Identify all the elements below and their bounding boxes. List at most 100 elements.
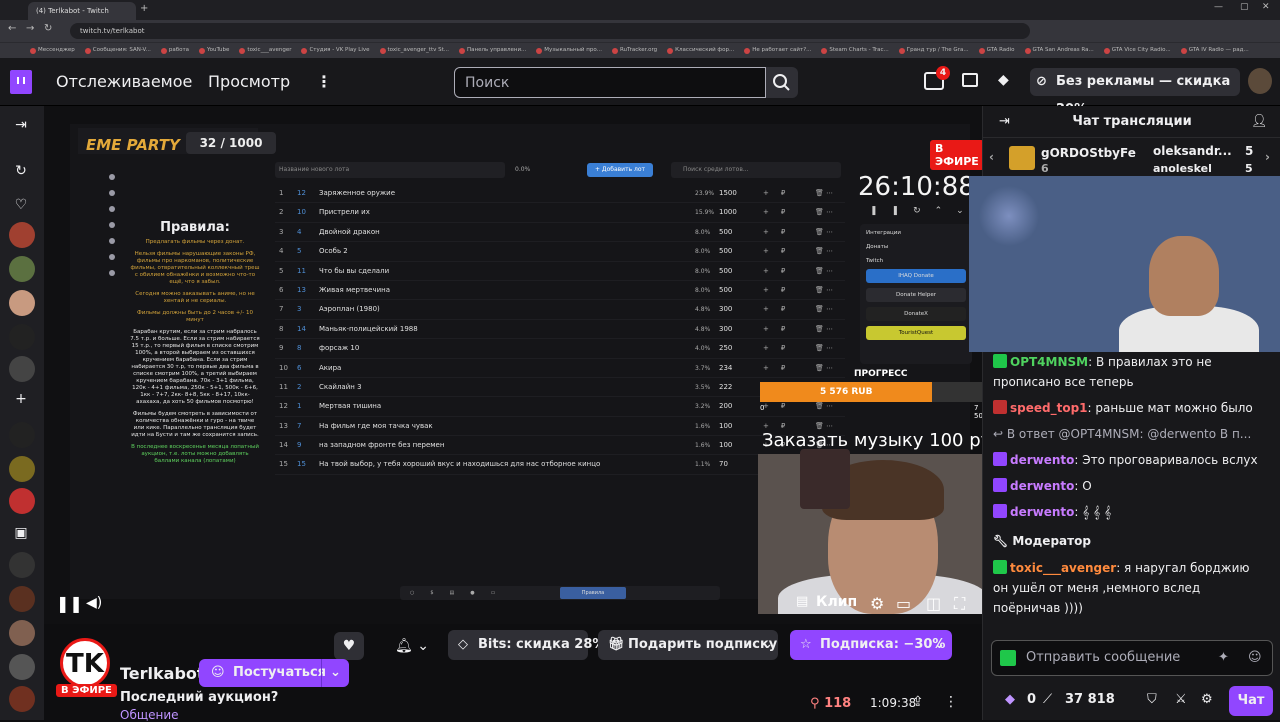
badge-picker-icon[interactable] bbox=[1000, 650, 1016, 666]
lot-actions-icon[interactable]: +₽ bbox=[763, 223, 797, 242]
bookmark-item[interactable]: YouTube bbox=[199, 43, 229, 58]
lot-actions-icon[interactable]: +₽ bbox=[763, 203, 797, 222]
maximize-icon[interactable]: ▢ bbox=[1240, 2, 1249, 12]
followed-heart-icon[interactable]: ♡ bbox=[12, 196, 30, 214]
lot-actions-icon[interactable]: +₽ bbox=[763, 242, 797, 261]
chevron-left-icon[interactable]: ‹ bbox=[989, 150, 994, 164]
twitch-logo-icon[interactable] bbox=[10, 70, 32, 94]
delete-icon[interactable]: 🗑︎ ⋯ bbox=[815, 359, 833, 378]
user-avatar[interactable] bbox=[1248, 68, 1272, 94]
more-menu-icon[interactable]: ⋮ bbox=[316, 72, 332, 91]
sword-icon[interactable]: ⚔ bbox=[1175, 692, 1187, 707]
pause-icon[interactable]: ❚❚ bbox=[56, 594, 83, 613]
lot-actions-icon[interactable]: +₽ bbox=[763, 339, 797, 358]
video-camera-icon[interactable]: ▣ bbox=[12, 524, 30, 542]
chat-username[interactable]: derwento bbox=[1010, 505, 1074, 519]
followed-channel-avatar[interactable] bbox=[9, 552, 35, 578]
lot-row[interactable]: 10 6 Акира 3.7% 234 +₽ 🗑︎ ⋯ bbox=[275, 359, 845, 378]
bookmark-item[interactable]: Студия - VK Play Live bbox=[301, 43, 370, 58]
delete-icon[interactable]: 🗑︎ ⋯ bbox=[815, 281, 833, 300]
subscribe-button[interactable]: ☆ Подписка: −30% ⌄ bbox=[790, 630, 952, 660]
chat-username[interactable]: OPT4MNSM bbox=[1010, 355, 1088, 369]
lot-row[interactable]: 5 11 Что бы вы сделали 8.0% 500 +₽ 🗑︎ ⋯ bbox=[275, 262, 845, 281]
whispers-icon[interactable] bbox=[962, 73, 978, 87]
lot-row[interactable]: 7 3 Аэроплан (1980) 4.8% 300 +₽ 🗑︎ ⋯ bbox=[275, 300, 845, 320]
lot-row[interactable]: 13 7 На фильм где моя тачка чувак 1.6% 100 +₽… bbox=[275, 417, 845, 437]
bookmark-item[interactable]: Сообщения: SAN-V... bbox=[84, 43, 151, 58]
channel-avatar[interactable]: TK bbox=[60, 638, 110, 688]
bookmark-item[interactable]: Steam Charts - Trac... bbox=[821, 43, 889, 58]
minimize-icon[interactable]: — bbox=[1214, 2, 1223, 12]
chevron-down-icon[interactable]: ⌄ bbox=[321, 659, 349, 687]
lot-row[interactable]: 8 14 Маньяк-полицейский 1988 4.8% 300 +₽ 🗑︎ ⋯ bbox=[275, 320, 845, 340]
followed-channel-avatar[interactable] bbox=[9, 456, 35, 482]
followed-channel-avatar[interactable] bbox=[9, 222, 35, 248]
close-icon[interactable]: ✕ bbox=[1262, 2, 1270, 12]
volume-icon[interactable]: ◀) bbox=[86, 595, 102, 611]
gift-sub-button[interactable]: 🎁︎ Подарить подписку ⌄ bbox=[598, 630, 778, 660]
bookmark-item[interactable]: GTA San Andreas Ra... bbox=[1024, 43, 1094, 58]
lot-actions-icon[interactable]: +₽ bbox=[763, 281, 797, 300]
channel-name[interactable]: Terlkabot bbox=[120, 664, 205, 683]
lot-search-input[interactable]: Поиск среди лотов... bbox=[671, 162, 841, 178]
expand-sidebar-icon[interactable]: ⇥ bbox=[12, 116, 30, 134]
followed-channel-avatar[interactable] bbox=[9, 586, 35, 612]
add-friend-icon[interactable]: + bbox=[12, 390, 30, 408]
followed-channel-avatar[interactable] bbox=[9, 256, 35, 282]
followed-channel-avatar[interactable] bbox=[9, 422, 35, 448]
fullscreen-icon[interactable]: ⛶ bbox=[954, 594, 965, 614]
lot-actions-icon[interactable]: +₽ bbox=[763, 320, 797, 339]
magic-icon[interactable]: ✦ bbox=[1218, 641, 1229, 675]
bookmark-item[interactable]: Музыкальный про... bbox=[536, 43, 602, 58]
recommended-icon[interactable]: ↻ bbox=[12, 162, 30, 180]
delete-icon[interactable]: 🗑︎ ⋯ bbox=[815, 203, 833, 222]
clip-button[interactable]: Клип bbox=[816, 594, 857, 610]
lot-row[interactable]: 4 5 Особь 2 8.0% 500 +₽ 🗑︎ ⋯ bbox=[275, 242, 845, 262]
donate-service-button[interactable]: IHAQ Donate bbox=[866, 269, 966, 283]
community-icon[interactable]: 👤︎ bbox=[1251, 106, 1268, 138]
chat-username[interactable]: toxic___avenger bbox=[1010, 561, 1116, 575]
chat-username[interactable]: speed_top1 bbox=[1010, 401, 1088, 415]
delete-icon[interactable]: 🗑︎ ⋯ bbox=[815, 223, 833, 242]
bits-crown-icon[interactable]: ◆ bbox=[998, 72, 1009, 88]
follow-heart-button[interactable]: ♥ bbox=[334, 632, 364, 660]
nav-browse[interactable]: Просмотр bbox=[208, 72, 290, 91]
bookmark-item[interactable]: GTA IV Radio — рад... bbox=[1180, 43, 1249, 58]
collapse-chat-icon[interactable]: ⇥ bbox=[999, 106, 1010, 138]
new-lot-name-input[interactable]: Название нового лота bbox=[275, 162, 505, 178]
bookmark-item[interactable]: Панель управлени... bbox=[459, 43, 526, 58]
settings-icon[interactable]: ⚙ bbox=[870, 594, 884, 613]
bookmark-item[interactable]: Не работает сайт?... bbox=[744, 43, 811, 58]
lot-row[interactable]: 14 9 на западном фронте без перемен 1.6% 100… bbox=[275, 436, 845, 456]
nav-following[interactable]: Отслеживаемое bbox=[56, 72, 192, 91]
forward-icon[interactable]: → bbox=[26, 23, 34, 34]
donate-service-button[interactable]: DonateX bbox=[866, 307, 966, 321]
followed-channel-avatar[interactable] bbox=[9, 620, 35, 646]
chevron-right-icon[interactable]: › bbox=[1265, 150, 1270, 164]
settings-icon[interactable]: ⚙ bbox=[1201, 692, 1213, 707]
followed-channel-avatar[interactable] bbox=[9, 654, 35, 680]
reload-icon[interactable]: ↻ bbox=[44, 23, 52, 34]
chat-send-button[interactable]: Чат bbox=[1229, 686, 1273, 716]
back-icon[interactable]: ← bbox=[8, 23, 16, 34]
bits-discount-button[interactable]: ◇ Bits: скидка 28% bbox=[448, 630, 605, 660]
theatre-mode-icon[interactable]: ▭ bbox=[896, 594, 911, 613]
delete-icon[interactable]: 🗑︎ ⋯ bbox=[815, 242, 833, 261]
browser-tab[interactable]: (4) Terlkabot - Twitch bbox=[28, 2, 136, 20]
lot-actions-icon[interactable]: +₽ bbox=[763, 300, 797, 319]
followed-channel-avatar[interactable] bbox=[9, 324, 35, 350]
lot-actions-icon[interactable]: +₽ bbox=[763, 359, 797, 378]
delete-icon[interactable]: 🗑︎ ⋯ bbox=[815, 320, 833, 339]
delete-icon[interactable]: 🗑︎ ⋯ bbox=[815, 339, 833, 358]
emote-icon[interactable]: ☺ bbox=[1248, 641, 1262, 675]
bookmark-item[interactable]: GTA Radio bbox=[978, 43, 1015, 58]
video-player[interactable]: EME PARTY 32 / 1000 Правила: Предлагать … bbox=[44, 106, 982, 624]
bookmark-item[interactable]: toxic___avenger bbox=[239, 43, 291, 58]
share-icon[interactable]: ⇪ bbox=[912, 694, 924, 710]
shield-icon[interactable]: ⛉ bbox=[1147, 692, 1157, 707]
delete-icon[interactable]: 🗑︎ ⋯ bbox=[815, 262, 833, 281]
ad-free-promo-button[interactable]: ⊘ Без рекламы — скидка 20% bbox=[1030, 68, 1240, 117]
add-lot-button[interactable]: + Добавить лот bbox=[587, 163, 653, 177]
collapse-chat-icon[interactable]: ◫ bbox=[926, 594, 941, 613]
chat-username[interactable]: derwento bbox=[1010, 479, 1074, 493]
